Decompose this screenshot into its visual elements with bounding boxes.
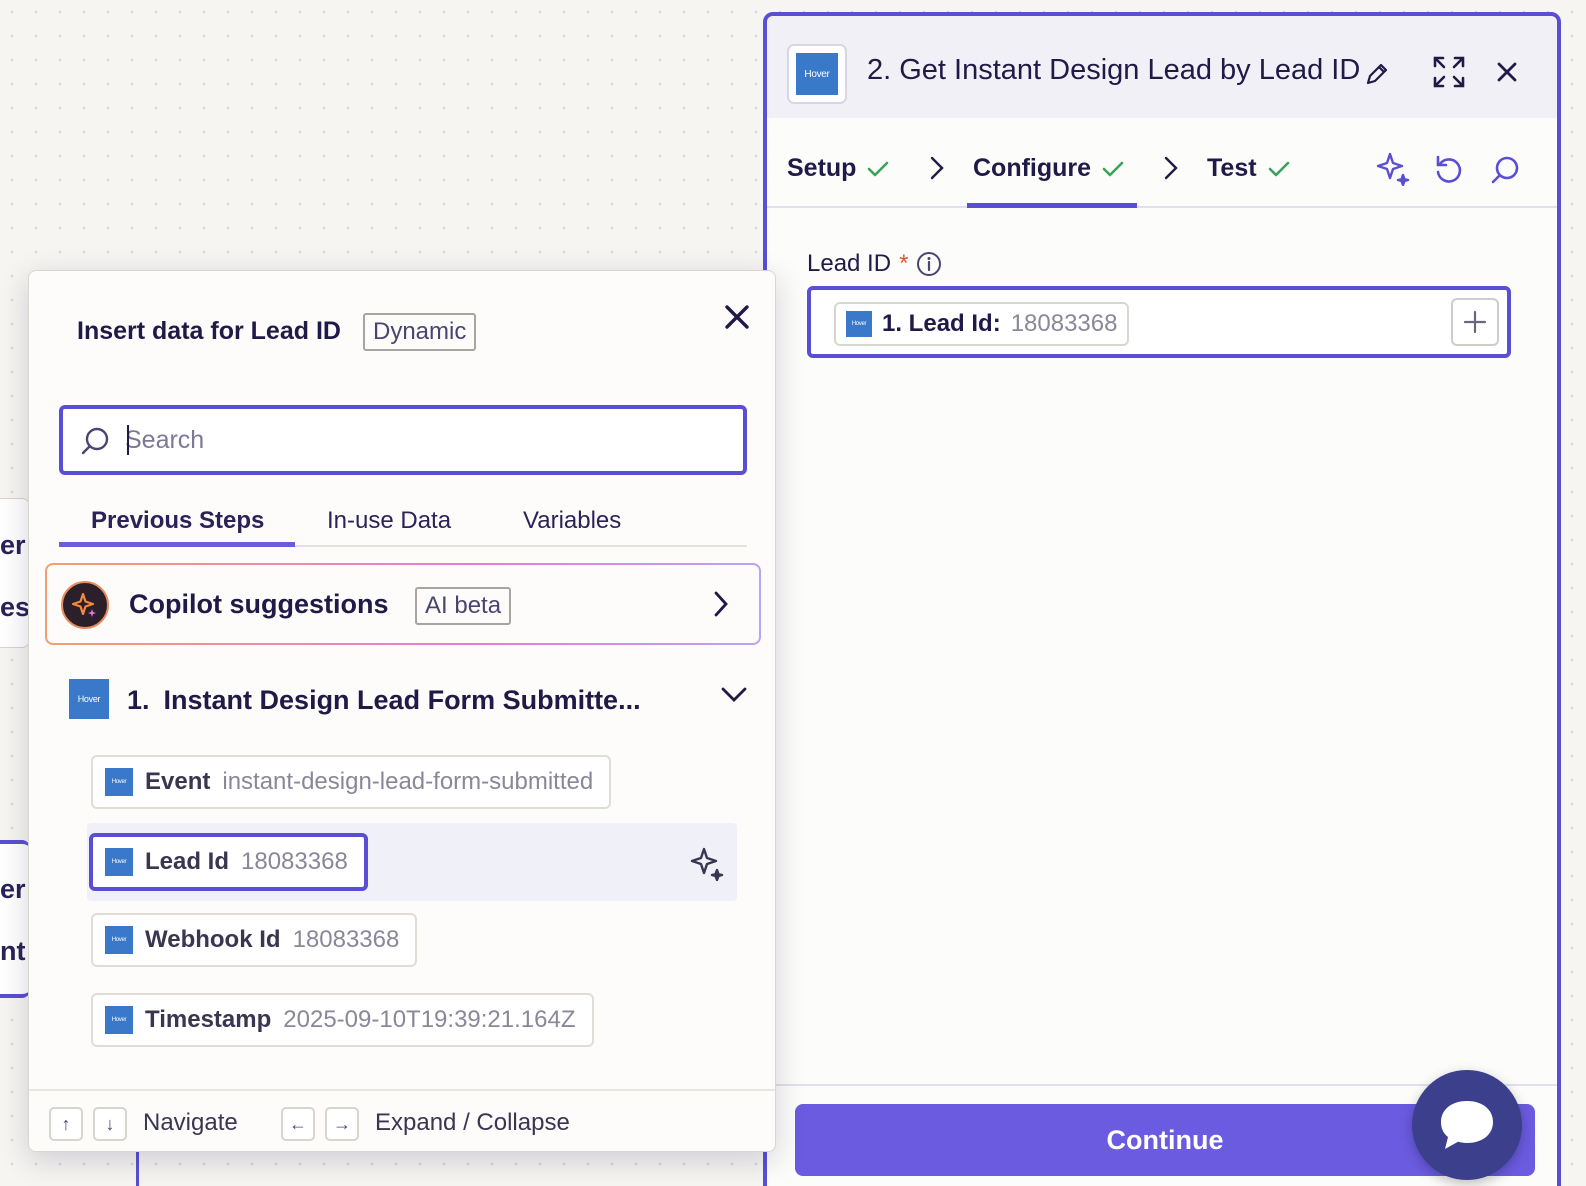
arrow-right-key: → — [325, 1107, 359, 1141]
search-icon[interactable] — [1483, 148, 1527, 192]
step-title: 2. Get Instant Design Lead by Lead ID — [867, 54, 1361, 86]
arrow-down-key: ↓ — [93, 1107, 127, 1141]
text-caret — [127, 425, 129, 455]
check-icon — [1268, 161, 1289, 176]
chevron-down-icon — [721, 687, 747, 702]
search-input[interactable] — [125, 421, 725, 459]
expand-icon[interactable] — [1427, 50, 1471, 94]
keyboard-hints-footer: ↑ ↓ Navigate ← → Expand / Collapse — [29, 1089, 775, 1151]
ai-sparkle-icon[interactable] — [1371, 146, 1415, 190]
copilot-label: Copilot suggestions — [129, 589, 389, 619]
search-icon — [81, 427, 109, 455]
canvas-node-fragment — [0, 498, 30, 648]
plus-icon — [1463, 310, 1487, 334]
data-item-event[interactable]: Hover Event instant-design-lead-form-sub… — [91, 755, 612, 809]
active-tab-indicator — [967, 203, 1137, 208]
tab-test[interactable]: Test — [1207, 154, 1291, 183]
canvas-node-text: nt — [0, 936, 26, 966]
check-icon — [868, 161, 889, 176]
item-value: 18083368 — [292, 926, 400, 953]
canvas-node-fragment — [0, 840, 30, 998]
data-item-webhook-id[interactable]: Hover Webhook Id 18083368 — [91, 913, 418, 967]
field-label: Lead ID — [807, 250, 892, 277]
item-key: Lead Id — [145, 848, 230, 875]
hover-app-logo: Hover — [796, 53, 838, 95]
chat-support-button[interactable] — [1412, 1070, 1522, 1180]
tab-variables[interactable]: Variables — [523, 507, 621, 535]
chevron-right-icon — [930, 156, 944, 180]
pill-key: 1. Lead Id: — [882, 310, 1001, 337]
mapped-data-pill[interactable]: Hover 1. Lead Id: 18083368 — [834, 302, 1130, 346]
insert-data-popover: Insert data for Lead ID Dynamic Previous… — [28, 270, 776, 1152]
step-header: Hover 2. Get Instant Design Lead by Lead… — [767, 16, 1557, 118]
hover-app-logo: Hover — [105, 926, 133, 954]
close-icon[interactable] — [719, 299, 755, 335]
data-item-timestamp[interactable]: Hover Timestamp 2025-09-10T19:39:21.164Z — [91, 993, 594, 1047]
tab-setup[interactable]: Setup — [787, 154, 890, 183]
check-icon — [1102, 161, 1124, 176]
pill-value: 18083368 — [1010, 310, 1118, 337]
step-number: 1. — [127, 685, 150, 715]
item-value: 2025-09-10T19:39:21.164Z — [283, 1006, 576, 1033]
step-panel: Hover 2. Get Instant Design Lead by Lead… — [763, 12, 1561, 1186]
rename-pencil-icon[interactable] — [1359, 56, 1395, 92]
canvas-node-text: er — [0, 530, 26, 560]
step-name: Instant Design Lead Form Submitte... — [163, 685, 641, 715]
active-tab-indicator — [59, 542, 295, 547]
canvas-node-text: er — [0, 874, 26, 904]
chevron-right-icon — [714, 591, 728, 617]
item-key: Webhook Id — [145, 926, 281, 953]
canvas-connector — [136, 1150, 139, 1186]
ai-beta-badge: AI beta — [415, 587, 512, 625]
hover-app-logo: Hover — [846, 311, 872, 337]
item-value: instant-design-lead-form-submitted — [222, 768, 594, 795]
data-item-lead-id[interactable]: Hover Lead Id 18083368 — [89, 833, 368, 891]
arrow-up-key: ↑ — [49, 1107, 83, 1141]
search-box[interactable] — [59, 405, 747, 475]
item-key: Event — [145, 768, 211, 795]
copilot-sparkle-icon — [61, 581, 109, 629]
lead-id-label: Lead ID * — [807, 250, 942, 278]
step-label: 1. Instant Design Lead Form Submitte... — [127, 685, 641, 716]
chevron-right-icon — [1164, 156, 1178, 180]
tab-label: Setup — [787, 154, 857, 182]
app-logo-frame: Hover — [787, 44, 847, 104]
step-tabs: Setup Configure Test — [767, 118, 1557, 208]
popover-tabs: Previous Steps In-use Data Variables — [59, 503, 747, 547]
tab-configure[interactable]: Configure — [973, 154, 1125, 183]
expand-collapse-hint: Expand / Collapse — [375, 1109, 570, 1136]
chat-bubble-icon — [1441, 1101, 1493, 1149]
navigate-hint: Navigate — [143, 1109, 238, 1136]
info-icon[interactable] — [916, 251, 942, 277]
insert-data-button[interactable] — [1451, 298, 1499, 346]
item-value: 18083368 — [241, 848, 348, 875]
canvas-node-text: es — [0, 592, 31, 622]
refresh-icon[interactable] — [1427, 148, 1471, 192]
item-key: Timestamp — [145, 1006, 272, 1033]
hover-app-logo: Hover — [105, 1006, 133, 1034]
hover-app-logo: Hover — [69, 679, 109, 719]
popover-title: Insert data for Lead ID — [77, 317, 341, 345]
close-icon[interactable] — [1485, 50, 1529, 94]
tab-in-use-data[interactable]: In-use Data — [327, 507, 451, 535]
copilot-suggestions-body: Copilot suggestions AI beta — [47, 565, 759, 643]
required-mark: * — [899, 250, 909, 277]
lead-id-field[interactable]: Hover 1. Lead Id: 18083368 — [807, 286, 1511, 358]
dynamic-badge: Dynamic — [363, 313, 477, 351]
arrow-left-key: ← — [281, 1107, 315, 1141]
previous-step-header[interactable]: Hover 1. Instant Design Lead Form Submitt… — [69, 679, 749, 723]
hover-app-logo: Hover — [105, 848, 133, 876]
ai-sparkle-icon[interactable] — [687, 843, 727, 883]
tab-label: Test — [1207, 154, 1257, 182]
tab-label: Configure — [973, 154, 1092, 182]
hover-app-logo: Hover — [105, 768, 133, 796]
tab-previous-steps[interactable]: Previous Steps — [91, 507, 264, 535]
copilot-suggestions-row[interactable]: Copilot suggestions AI beta — [45, 563, 761, 645]
